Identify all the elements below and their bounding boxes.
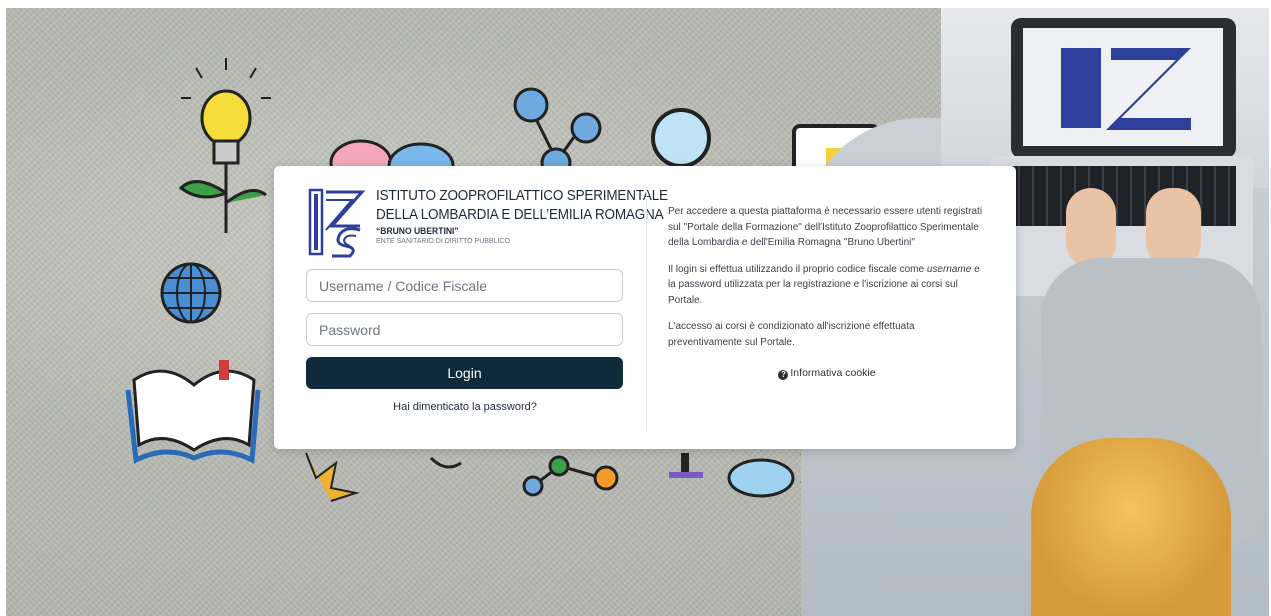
institute-name-line2: DELLA LOMBARDIA E DELL’EMILIA ROMAGNA bbox=[376, 206, 664, 223]
login-card: ISTITUTO ZOOPROFILATTICO SPERIMENTALE DE… bbox=[274, 166, 1016, 449]
institute-name: ISTITUTO ZOOPROFILATTICO SPERIMENTALE DE… bbox=[376, 186, 700, 247]
cookie-link[interactable]: ? Informativa cookie bbox=[668, 366, 986, 382]
book-doodle bbox=[125, 360, 261, 464]
cookie-label[interactable]: Informativa cookie bbox=[790, 367, 875, 379]
institute-tagline: ENTE SANITARIO DI DIRITTO PUBBLICO bbox=[376, 238, 510, 245]
info-paragraph-3: L'accesso ai corsi è condizionato all'is… bbox=[668, 321, 915, 348]
login-panel: ISTITUTO ZOOPROFILATTICO SPERIMENTALE DE… bbox=[306, 186, 668, 413]
institute-name-line1: ISTITUTO ZOOPROFILATTICO SPERIMENTALE bbox=[376, 187, 668, 204]
question-icon: ? bbox=[778, 370, 789, 380]
forgot-password-link[interactable]: Hai dimenticato la password? bbox=[306, 401, 624, 413]
info-paragraph-1: Per accedere a questa piattaforma è nece… bbox=[668, 206, 983, 248]
username-input[interactable] bbox=[306, 269, 623, 302]
molecule-doodle bbox=[513, 87, 602, 178]
info-emphasis: username bbox=[926, 263, 972, 275]
info-text: Il login si effettua utilizzando il prop… bbox=[668, 263, 927, 275]
divider bbox=[646, 186, 647, 430]
lightbulb-doodle bbox=[178, 58, 271, 233]
info-panel: Per accedere a questa piattaforma è nece… bbox=[668, 204, 986, 382]
institute-header: ISTITUTO ZOOPROFILATTICO SPERIMENTALE DE… bbox=[306, 186, 668, 258]
login-button[interactable]: Login bbox=[306, 357, 623, 389]
password-input[interactable] bbox=[306, 313, 623, 346]
info-paragraph-2: Il login si effettua utilizzando il prop… bbox=[668, 262, 986, 309]
bottom-doodles bbox=[305, 451, 830, 502]
magnifier-doodle bbox=[651, 108, 711, 168]
izs-logo-icon bbox=[307, 187, 366, 258]
institute-name-line3: “BRUNO UBERTINI” bbox=[376, 226, 459, 237]
globe-doodle bbox=[160, 262, 222, 324]
